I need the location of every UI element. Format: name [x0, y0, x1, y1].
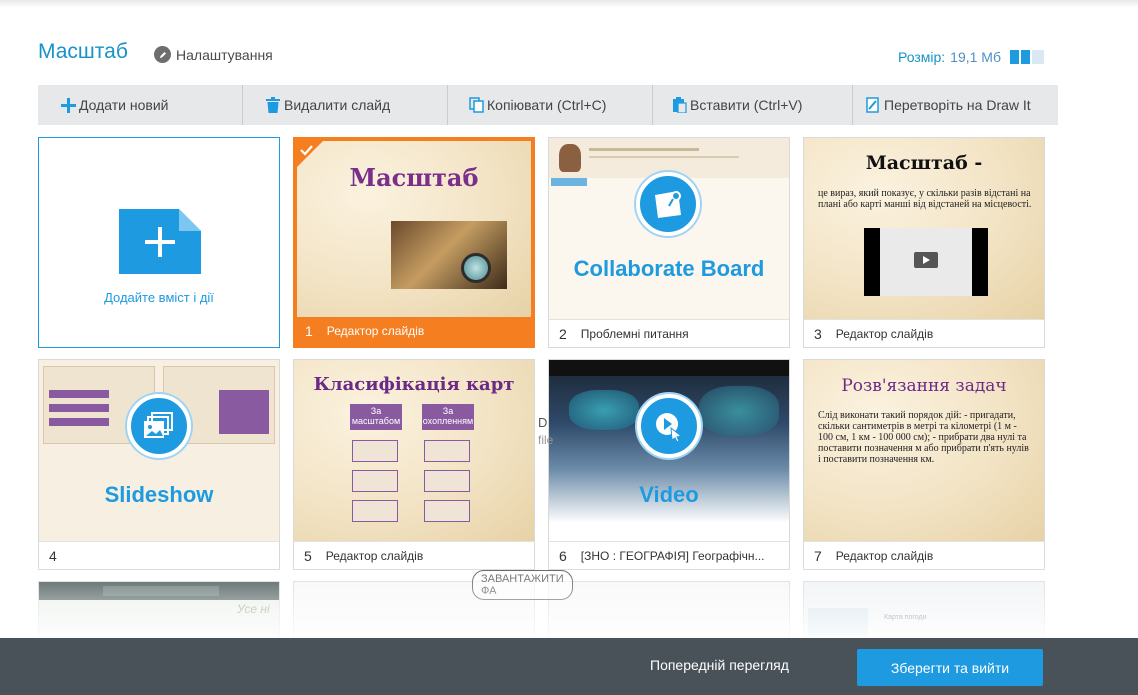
settings-label: Налаштування — [176, 46, 273, 63]
save-and-exit-button[interactable]: Зберегти та вийти — [857, 649, 1043, 686]
slide-thumbnail: Розв'язання задач Слід виконати такий по… — [804, 360, 1044, 541]
add-new-label: Додати новий — [79, 97, 169, 113]
copy-icon — [468, 97, 484, 113]
download-button[interactable]: ЗАВАНТАЖИТИ ФА — [472, 570, 573, 600]
slide-title: Масштаб - — [865, 152, 983, 174]
copy-label: Копіювати (Ctrl+C) — [487, 97, 607, 113]
delete-slide-button[interactable]: Видалити слайд — [243, 85, 448, 125]
paste-button[interactable]: Вставити (Ctrl+V) — [653, 85, 853, 125]
slide-number: 4 — [49, 547, 57, 564]
preview-button[interactable]: Попередній перегляд — [650, 657, 789, 673]
slide-card-10[interactable] — [548, 581, 790, 641]
slide-type-label: Video — [639, 482, 699, 507]
slide-card-8[interactable]: Усе ні — [38, 581, 280, 641]
slide-caption: 3 Редактор слайдів — [804, 319, 1044, 347]
add-new-button[interactable]: Додати новий — [38, 85, 243, 125]
category-box: За масштабом — [350, 404, 402, 430]
slide-title: Класифікація карт — [313, 374, 515, 395]
slide-type-label: Collaborate Board — [573, 256, 765, 281]
page-title: Масштаб — [38, 40, 128, 63]
video-icon — [637, 394, 701, 458]
slide-thumbnail: Карта погоди — [804, 582, 1044, 640]
collaborate-board-icon — [636, 172, 700, 236]
slide-number: 7 — [814, 547, 822, 564]
settings-link[interactable]: Налаштування — [154, 46, 273, 63]
toolbar: Додати новий Видалити слайд Копіювати (C… — [38, 85, 1058, 125]
slide-thumbnail: Масштаб - це вираз, який показує, у скіл… — [804, 138, 1044, 319]
slide-caption: 2 Проблемні питання — [549, 319, 789, 347]
add-content-card[interactable]: Додайте вміст і дії — [38, 137, 280, 348]
slide-title: Масштаб — [349, 163, 479, 192]
slide-title: Розв'язання задач — [841, 376, 1007, 396]
slide-body: Слід виконати такий порядок дій: - прига… — [818, 410, 1029, 465]
slide-thumbnail: Video — [549, 360, 789, 541]
slide-card-5[interactable]: Класифікація карт За масштабом За охопле… — [293, 359, 535, 570]
slide-thumbnail: Slideshow — [39, 360, 279, 541]
slide-snippet: Усе ні — [237, 602, 270, 616]
size-indicator: Розмір: 19,1 Мб — [898, 49, 1044, 65]
slide-caption-text: Редактор слайдів — [326, 323, 425, 338]
size-label: Розмір: — [897, 49, 946, 65]
slide-card-6[interactable]: Video 6 [ЗНО : ГЕОГРАФІЯ] Географічн... — [548, 359, 790, 570]
draw-it-icon — [865, 97, 881, 113]
slide-caption-text: [ЗНО : ГЕОГРАФІЯ] Географічн... — [580, 548, 765, 563]
slide-caption: 4 — [39, 541, 279, 569]
stray-text: D — [538, 415, 548, 430]
slide-snippet: Карта погоди — [884, 614, 927, 621]
slide-thumbnail — [549, 582, 789, 640]
slide-card-2[interactable]: Collaborate Board 2 Проблемні питання — [548, 137, 790, 348]
slide-card-4[interactable]: Slideshow 4 — [38, 359, 280, 570]
slide-caption-text: Редактор слайдів — [325, 548, 424, 563]
slide-caption-text: Проблемні питання — [580, 326, 689, 341]
slide-thumbnail: Усе ні — [39, 582, 279, 640]
delete-slide-label: Видалити слайд — [284, 97, 391, 113]
header: Масштаб Налаштування Розмір: 19,1 Мб — [38, 38, 1048, 68]
slide-card-11[interactable]: Карта погоди — [803, 581, 1045, 641]
slide-thumbnail: Класифікація карт За масштабом За охопле… — [294, 360, 534, 541]
paste-label: Вставити (Ctrl+V) — [690, 97, 803, 113]
slide-number: 3 — [814, 325, 822, 342]
slide-caption-text: Редактор слайдів — [835, 548, 934, 563]
map-photo — [391, 221, 507, 289]
slide-caption: 5 Редактор слайдів — [294, 541, 534, 569]
slide-caption: 6 [ЗНО : ГЕОГРАФІЯ] Географічн... — [549, 541, 789, 569]
video-embed — [864, 228, 988, 296]
category-box: За охопленням — [422, 404, 474, 430]
plus-icon — [60, 97, 76, 113]
add-content-label: Додайте вміст і дії — [104, 290, 214, 305]
top-shadow — [0, 0, 1138, 8]
slide-type-label: Slideshow — [104, 482, 214, 507]
trash-icon — [265, 97, 281, 113]
slide-card-7[interactable]: Розв'язання задач Слід виконати такий по… — [803, 359, 1045, 570]
stray-text: file — [538, 433, 554, 447]
footer-bar: Попередній перегляд Зберегти та вийти — [0, 638, 1138, 695]
size-bar — [1010, 50, 1044, 64]
paste-icon — [671, 97, 687, 113]
slide-card-1[interactable]: Масштаб 1 Редактор слайдів — [293, 137, 535, 348]
convert-draw-it-button[interactable]: Перетворіть на Draw It — [853, 85, 1058, 125]
add-file-icon — [119, 209, 201, 274]
pencil-icon — [154, 46, 171, 63]
size-value: 19,1 Мб — [950, 49, 1001, 65]
slideshow-icon — [127, 394, 191, 458]
slide-thumbnail: Collaborate Board — [549, 138, 789, 319]
slide-caption: 7 Редактор слайдів — [804, 541, 1044, 569]
copy-button[interactable]: Копіювати (Ctrl+C) — [448, 85, 653, 125]
slide-caption-text: Редактор слайдів — [835, 326, 934, 341]
slide-caption: 1 Редактор слайдів — [297, 317, 531, 344]
convert-label: Перетворіть на Draw It — [884, 97, 1031, 113]
slide-number: 5 — [304, 547, 312, 564]
slide-body: це вираз, який показує, у скільки разів … — [818, 188, 1032, 210]
slide-card-3[interactable]: Масштаб - це вираз, який показує, у скіл… — [803, 137, 1045, 348]
slide-thumbnail: Масштаб — [297, 141, 531, 317]
slide-number: 2 — [559, 325, 567, 342]
slide-number: 6 — [559, 547, 567, 564]
slide-number: 1 — [305, 322, 313, 339]
